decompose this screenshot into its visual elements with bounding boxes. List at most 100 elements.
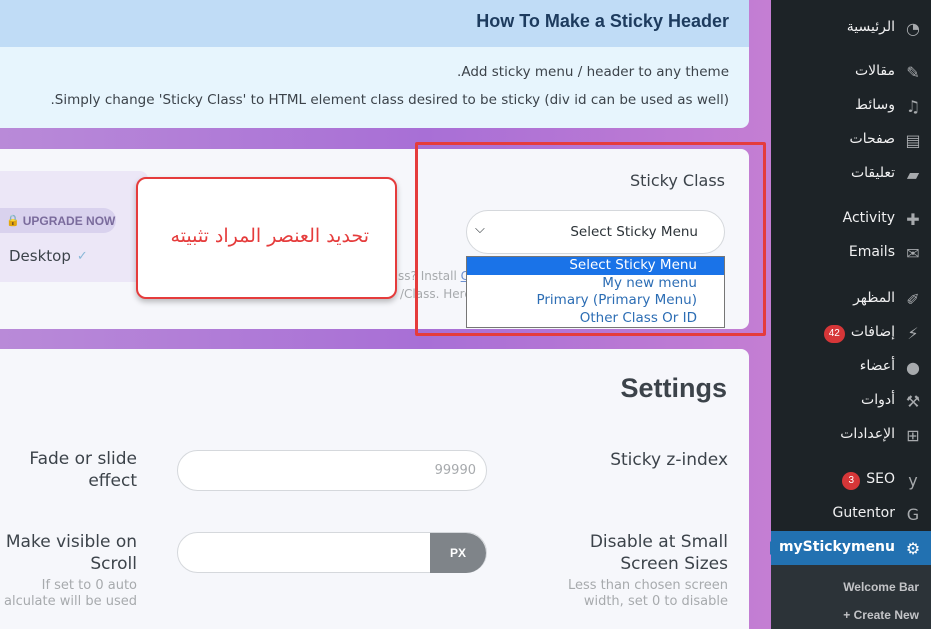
disable-help-line-2: width, set 0 to disable [583,594,728,609]
desktop-option[interactable]: Desktop ✓ [9,247,88,265]
seo-badge: 3 [842,472,861,490]
sidebar-item-gutentor[interactable]: G Gutentor [771,497,931,531]
how-to-title: How To Make a Sticky Header [476,11,729,31]
sidebar-item-label: Activity [842,210,895,226]
screen-size-input[interactable]: PX [177,532,487,573]
sidebar-item-mystickymenu[interactable]: ⚙ myStickymenu [770,531,931,565]
how-to-line-1: .Add sticky menu / header to any theme [457,64,729,80]
z-index-placeholder: 99990 [434,463,476,478]
lock-icon: 🔒 [6,215,20,227]
disable-small-line-1: Disable at Small [589,532,728,552]
desktop-label: Desktop [9,247,71,265]
upgrade-label: UPGRADE NOW [22,213,116,228]
sidebar-item-posts[interactable]: ✎ مقالات [771,55,931,89]
visible-scroll-label: Make visible on Scroll [6,531,137,575]
device-pane: 🔒 UPGRADE NOW Desktop ✓ [0,171,148,282]
sidebar-item-label: SEO 3 [842,471,895,490]
sticky-class-label: Sticky Class [629,171,725,190]
sidebar-item-label: الرئيسية [846,19,895,35]
pages-icon: ▤ [905,131,921,150]
email-icon: ✉ [906,244,920,263]
visible-scroll-line-2: Scroll [90,554,137,574]
how-to-line-2: .Simply change 'Sticky Class' to HTML el… [50,92,729,108]
annotation-callout: تحديد العنصر المراد تثبيته [136,177,397,299]
sidebar-item-comments[interactable]: ▰ تعليقات [771,157,931,191]
z-index-input[interactable]: 99990 [177,450,487,491]
z-index-label: Sticky z-index [610,450,728,470]
settings-title: Settings [620,373,727,403]
plugins-icon: ⚡ [907,324,919,343]
sidebar-item-pages[interactable]: ▤ صفحات [771,123,931,157]
upgrade-now-button[interactable]: 🔒 UPGRADE NOW [0,208,116,233]
sidebar-item-activity[interactable]: ✚ Activity [771,202,931,236]
sidebar-item-media[interactable]: ♫ وسائط [771,89,931,123]
check-icon[interactable]: ✓ [77,249,88,264]
submenu-create-new[interactable]: Create New + [843,608,919,622]
mystickymenu-submenu: Welcome Bar Create New + [771,565,931,629]
current-indicator [770,541,777,555]
visible-scroll-help: If set to 0 auto alculate will be used [4,578,137,610]
how-to-box: How To Make a Sticky Header .Add sticky … [0,0,749,128]
settings-icon: ⊞ [906,426,920,445]
sidebar-item-label: مقالات [854,63,895,79]
pin-icon: ✎ [906,63,920,82]
sidebar-item-label: Emails [848,244,895,260]
sidebar-item-seo[interactable]: y SEO 3 [771,463,931,497]
visible-scroll-line-1: Make visible on [5,532,137,552]
disable-small-label: Disable at Small Screen Sizes [590,531,728,575]
callout-text: تحديد العنصر المراد تثبيته [170,225,369,247]
sidebar-item-label: أدوات [861,392,895,408]
disable-help-line-1: Less than chosen screen [567,578,728,593]
dropdown-option-other-class[interactable]: Other Class Or ID [467,310,724,328]
sidebar-item-label: صفحات [849,131,895,147]
yoast-icon: y [908,471,918,490]
visible-help-line-1: If set to 0 auto [41,578,137,593]
submenu-welcome-bar[interactable]: Welcome Bar [843,580,919,594]
dropdown-option-select-sticky-menu[interactable]: Select Sticky Menu [467,257,724,275]
select-value: Select Sticky Menu [570,224,698,240]
sidebar-item-plugins[interactable]: ⚡ إضافات 42 [771,316,931,350]
sidebar-item-label: تعليقات [850,165,895,181]
sidebar-item-users[interactable]: ● أعضاء [771,350,931,384]
chevron-down-icon: ⌵ [475,222,485,237]
help-text-fragment-2: /Class. Here [400,287,472,301]
sidebar-item-label: Gutentor [832,505,895,521]
comments-icon: ▰ [906,165,920,184]
sidebar-item-label: إضافات 42 [823,324,895,343]
plugins-label: إضافات [850,324,895,340]
dropdown-option-my-new-menu[interactable]: My new menu [467,275,724,293]
how-to-header: How To Make a Sticky Header [0,0,749,47]
activity-icon: ✚ [906,210,920,229]
dashboard-icon: ◔ [906,19,920,38]
disable-small-help: Less than chosen screen width, set 0 to … [568,578,728,610]
sidebar-item-label: myStickymenu [778,539,895,555]
sticky-class-select[interactable]: ⌵ Select Sticky Menu [466,210,725,254]
fade-label-line-1: Fade or slide [29,449,137,469]
settings-panel: Settings Sticky z-index 99990 Fade or sl… [0,349,749,629]
sidebar-item-appearance[interactable]: ✐ المظهر [771,282,931,316]
disable-small-line-2: Screen Sizes [620,554,728,574]
sidebar-item-label: وسائط [855,97,895,113]
sidebar-item-emails[interactable]: ✉ Emails [771,236,931,270]
sidebar-item-label: المظهر [853,290,895,306]
appearance-icon: ✐ [906,290,920,309]
seo-label: SEO [866,471,895,487]
sidebar-item-dashboard[interactable]: ◔ الرئيسية [771,11,931,45]
sidebar-item-tools[interactable]: ⚒ أدوات [771,384,931,418]
dropdown-option-primary-menu[interactable]: Primary (Primary Menu) [467,292,724,310]
sidebar-item-label: أعضاء [859,358,895,374]
sticky-class-dropdown: Select Sticky Menu My new menu Primary (… [466,256,725,328]
gear-icon: ⚙ [905,539,921,558]
sidebar-item-label: الإعدادات [840,426,895,442]
sticky-class-panel: 🔒 UPGRADE NOW Desktop ✓ ss? Install C /C… [0,142,766,336]
media-icon: ♫ [905,97,921,116]
fade-effect-label: Fade or slide effect [29,448,137,492]
content-area: How To Make a Sticky Header .Add sticky … [0,0,771,629]
visible-help-line-2: alculate will be used [3,594,137,609]
tools-icon: ⚒ [905,392,921,411]
help-text-fragment-1: ss? Install C [398,269,469,283]
admin-sidebar: ◔ الرئيسية ✎ مقالات ♫ وسائط ▤ صفحات ▰ تع… [770,0,931,629]
fade-label-line-2: effect [88,471,137,491]
sidebar-item-settings[interactable]: ⊞ الإعدادات [771,418,931,452]
help-text-part: ss? Install [398,269,457,283]
